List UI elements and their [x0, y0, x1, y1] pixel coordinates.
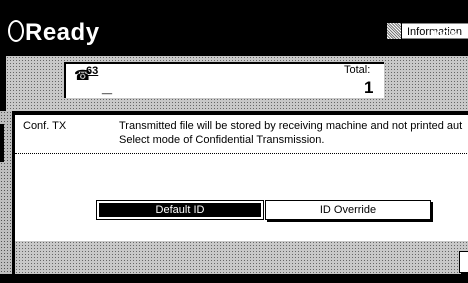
destination-value: _ [102, 76, 113, 96]
status-bar: Ready Information [6, 14, 468, 56]
dialog-message-line2: Select mode of Confidential Transmission… [119, 134, 325, 146]
dialog-message: Transmitted file will be stored by recei… [119, 119, 462, 147]
total-value: 1 [364, 78, 374, 97]
memory-percent: 100% [430, 29, 459, 41]
status-title-text: Ready [25, 19, 100, 46]
dialog-title: Conf. TX [23, 120, 67, 132]
status-title: Ready [8, 18, 100, 48]
bottom-bezel [0, 274, 468, 283]
default-id-button[interactable]: Default ID [96, 200, 264, 220]
information-icon [387, 23, 402, 39]
dialog-message-line1: Transmitted file will be stored by recei… [119, 120, 463, 132]
dialog-corner-button[interactable] [459, 251, 468, 273]
conf-tx-dialog: Conf. TX Transmitted file will be stored… [12, 112, 468, 275]
total-label: Total: [344, 64, 371, 76]
dialog-left-strip [0, 111, 12, 283]
dialog-left-marker [0, 124, 4, 162]
dialog-header: Conf. TX Transmitted file will be stored… [15, 115, 468, 154]
ready-indicator-icon [8, 20, 24, 42]
destination-panel: ☎ 63 _ [64, 62, 384, 98]
dialog-footer [15, 241, 468, 275]
id-override-button[interactable]: ID Override [265, 200, 431, 220]
destination-count: 63 [86, 65, 99, 77]
